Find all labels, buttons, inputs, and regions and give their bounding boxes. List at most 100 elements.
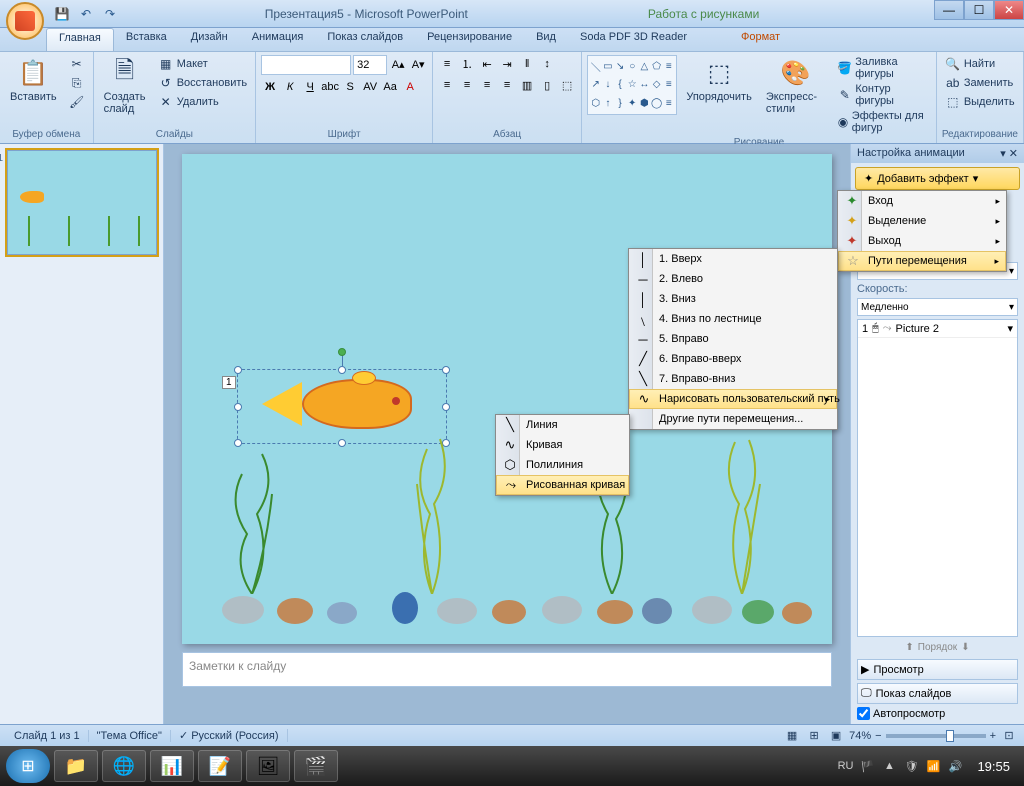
normal-view-button[interactable]: ▦ [783,727,801,745]
shape-fill-button[interactable]: 🪣Заливка фигуры [834,55,931,81]
menu-item-down[interactable]: │3. Вниз [629,289,837,309]
language-indicator[interactable]: RU [838,760,854,772]
taskbar-item[interactable]: 🎬 [294,750,338,782]
network-icon[interactable]: 📶 [925,758,941,774]
resize-handle[interactable] [338,439,346,447]
indent-dec-button[interactable]: ⇤ [478,55,496,73]
office-button[interactable] [6,2,44,40]
find-button[interactable]: 🔍Найти [942,55,1018,73]
columns-button[interactable]: ▥ [518,76,536,94]
rotation-handle[interactable] [338,348,346,356]
menu-item-emphasis[interactable]: ✦Выделение▸ [838,211,1006,231]
tab-review[interactable]: Рецензирование [415,28,524,51]
resize-handle[interactable] [234,366,242,374]
menu-item-custom-path[interactable]: ∿Нарисовать пользовательский путь▸ [629,389,837,409]
select-button[interactable]: ⬚Выделить [942,93,1018,111]
dropdown-arrow-icon[interactable]: ▾ [1007,322,1013,335]
align-center-button[interactable]: ≡ [458,76,476,94]
shadow-button[interactable]: S [341,78,359,96]
cut-button[interactable]: ✂ [66,55,88,73]
add-effect-button[interactable]: ✦ Добавить эффект ▾ [855,167,1020,190]
autopreview-checkbox[interactable]: Автопросмотр [857,707,1018,720]
font-size-input[interactable] [353,55,387,75]
case-button[interactable]: Aa [381,78,399,96]
slideshow-view-button[interactable]: ▣ [827,727,845,745]
menu-item-exit[interactable]: ✦Выход▸ [838,231,1006,251]
zoom-slider[interactable] [886,734,986,738]
underline-button[interactable]: Ч [301,78,319,96]
notes-input[interactable]: Заметки к слайду [182,652,832,687]
smartart-button[interactable]: ⬚ [558,76,576,94]
align-text-button[interactable]: ▯ [538,76,556,94]
animation-tag[interactable]: 1 [222,376,236,389]
new-slide-button[interactable]: 🗎 Создать слайд [99,55,151,117]
menu-item-scribble[interactable]: ⤳Рисованная кривая [496,475,629,495]
tab-soda[interactable]: Soda PDF 3D Reader [568,28,699,51]
layout-button[interactable]: ▦Макет [155,55,250,73]
tab-slideshow[interactable]: Показ слайдов [315,28,415,51]
save-icon[interactable]: 💾 [52,4,72,24]
clock[interactable]: 19:55 [969,759,1018,774]
close-pane-icon[interactable]: ▾ ✕ [1000,147,1018,160]
bullets-button[interactable]: ≡ [438,55,456,73]
font-family-input[interactable] [261,55,351,75]
menu-item-freeform[interactable]: ⬡Полилиния [496,455,629,475]
tab-home[interactable]: Главная [46,28,114,51]
taskbar-item[interactable]: 🖼 [246,750,290,782]
indent-inc-button[interactable]: ⇥ [498,55,516,73]
arrange-button[interactable]: ⬚Упорядочить [681,55,756,105]
shape-outline-button[interactable]: ✎Контур фигуры [834,82,931,108]
slideshow-button[interactable]: 🖵Показ слайдов [857,683,1018,704]
reorder-down-icon[interactable]: ⬇ [961,642,969,653]
shapes-gallery[interactable]: ＼▭↘○△⬠≡ ↗↓{☆↔◇≡ ⬡↑}✦⬢◯≡ [587,55,677,115]
fit-window-button[interactable]: ⊡ [1000,727,1018,745]
taskbar-item[interactable]: 📊 [150,750,194,782]
copy-button[interactable]: ⎘ [66,74,88,92]
strikethrough-button[interactable]: abc [321,78,339,96]
tab-view[interactable]: Вид [524,28,568,51]
fish-shape[interactable] [262,379,412,434]
font-color-button[interactable]: A [401,78,419,96]
zoom-out-button[interactable]: − [875,730,881,742]
undo-icon[interactable]: ↶ [76,4,96,24]
justify-button[interactable]: ≡ [498,76,516,94]
tab-format[interactable]: Формат [729,28,792,51]
format-painter-button[interactable]: 🖌 [66,93,88,111]
taskbar-item[interactable]: 📝 [198,750,242,782]
close-button[interactable]: ✕ [994,0,1024,20]
tab-design[interactable]: Дизайн [179,28,240,51]
increase-font-icon[interactable]: A▴ [389,55,407,73]
resize-handle[interactable] [234,403,242,411]
numbering-button[interactable]: ⒈ [458,55,476,73]
animation-list-item[interactable]: 1 🖱 ⤳ Picture 2 ▾ [858,320,1017,338]
preview-button[interactable]: ▶Просмотр [857,659,1018,680]
zoom-in-button[interactable]: + [990,730,996,742]
start-button[interactable]: ⊞ [6,749,50,783]
resize-handle[interactable] [338,366,346,374]
menu-item-up[interactable]: │1. Вверх [629,249,837,269]
menu-item-curve[interactable]: ∿Кривая [496,435,629,455]
menu-item-right[interactable]: ─5. Вправо [629,329,837,349]
menu-item-entrance[interactable]: ✦Вход▸ [838,191,1006,211]
menu-item-other-paths[interactable]: Другие пути перемещения... [629,409,837,429]
minimize-button[interactable]: — [934,0,964,20]
resize-handle[interactable] [442,403,450,411]
menu-item-line[interactable]: ╲Линия [496,415,629,435]
align-right-button[interactable]: ≡ [478,76,496,94]
reset-button[interactable]: ↺Восстановить [155,74,250,92]
decrease-font-icon[interactable]: A▾ [409,55,427,73]
taskbar-item[interactable]: 🌐 [102,750,146,782]
language-indicator[interactable]: ✓ Русский (Россия) [171,729,288,742]
line-spacing-button[interactable]: ‖ [518,55,536,73]
menu-item-stairs[interactable]: ﹨4. Вниз по лестнице [629,309,837,329]
resize-handle[interactable] [442,366,450,374]
align-left-button[interactable]: ≡ [438,76,456,94]
menu-item-left[interactable]: ─2. Влево [629,269,837,289]
quick-styles-button[interactable]: 🎨Экспресс-стили [761,55,830,117]
tab-insert[interactable]: Вставка [114,28,179,51]
flag-icon[interactable]: 🏴 [859,758,875,774]
text-direction-button[interactable]: ↕ [538,55,556,73]
speed-dropdown[interactable]: Медленно▾ [857,298,1018,316]
paste-button[interactable]: 📋 Вставить [5,55,62,105]
tab-animation[interactable]: Анимация [240,28,316,51]
